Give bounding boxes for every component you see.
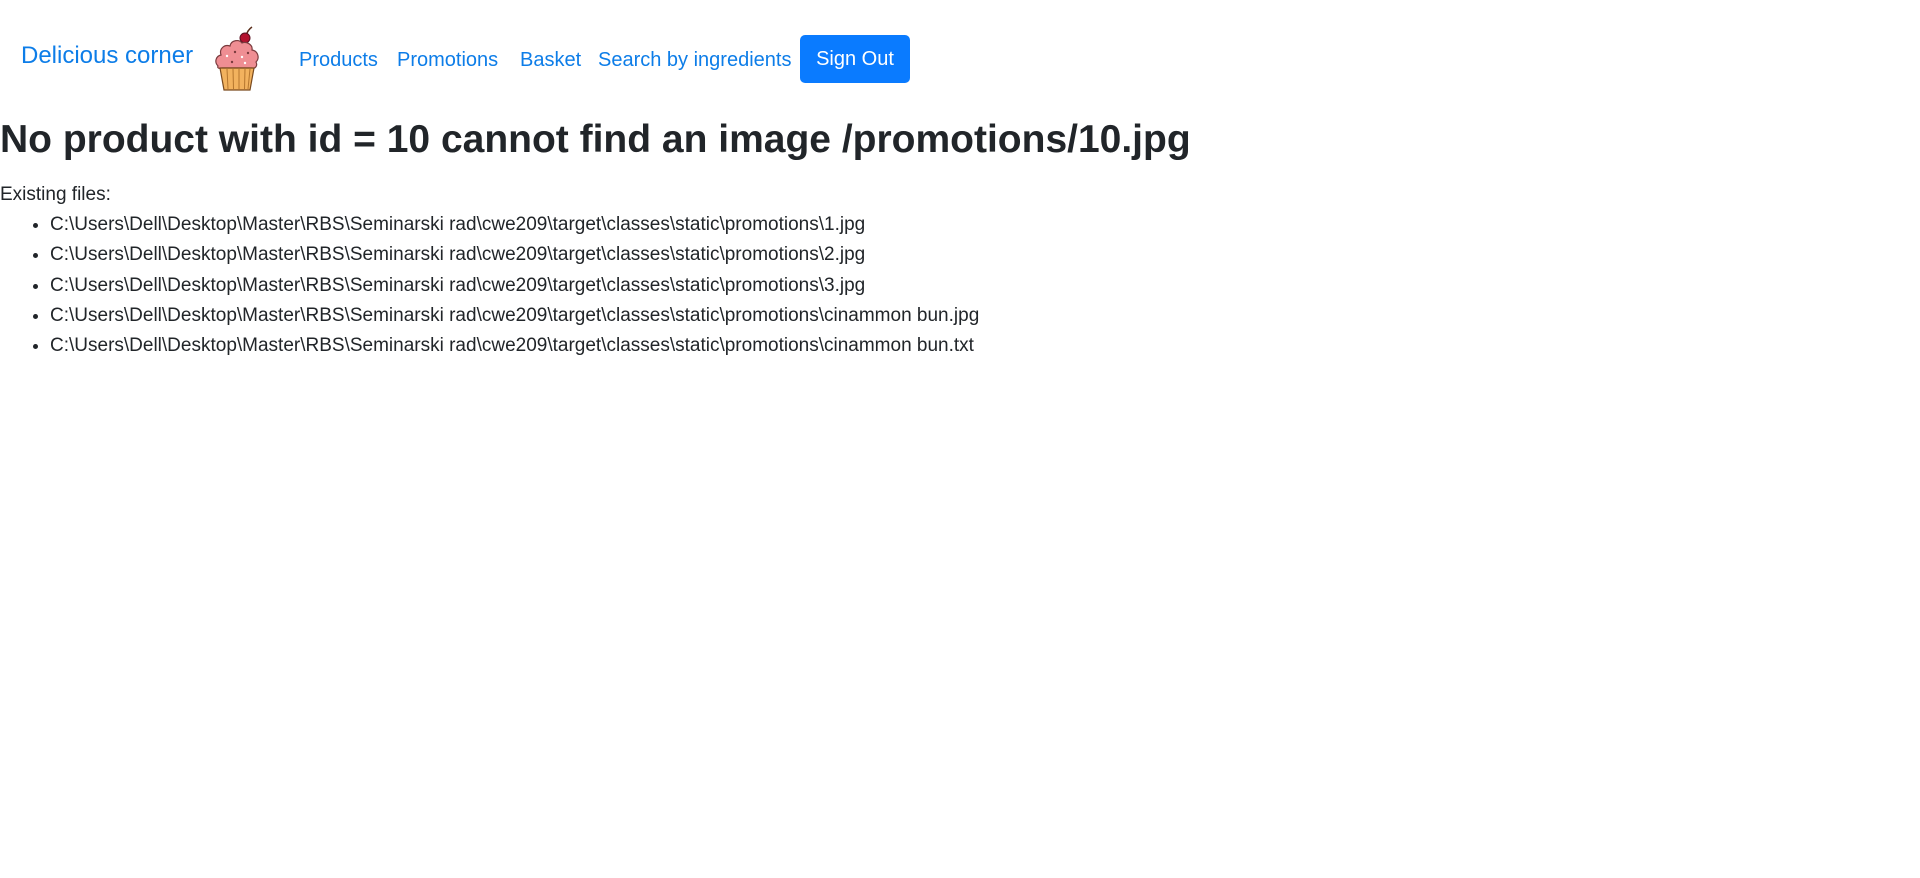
file-list: C:\Users\Dell\Desktop\Master\RBS\Seminar…	[0, 210, 979, 361]
list-item: C:\Users\Dell\Desktop\Master\RBS\Seminar…	[50, 271, 979, 301]
list-item: C:\Users\Dell\Desktop\Master\RBS\Seminar…	[50, 331, 979, 361]
nav-basket[interactable]: Basket	[520, 49, 581, 72]
brand-link[interactable]: Delicious corner	[21, 42, 193, 70]
sign-out-button[interactable]: Sign Out	[800, 35, 910, 83]
error-title: No product with id = 10 cannot find an i…	[0, 118, 1191, 161]
navbar: Delicious corner Products Promotions Bas…	[0, 0, 1920, 118]
cupcake-icon[interactable]	[212, 26, 262, 92]
list-item: C:\Users\Dell\Desktop\Master\RBS\Seminar…	[50, 240, 979, 270]
nav-products[interactable]: Products	[299, 49, 378, 72]
nav-search-by-ingredients[interactable]: Search by ingredients	[598, 49, 791, 72]
nav-promotions[interactable]: Promotions	[397, 49, 498, 72]
list-item: C:\Users\Dell\Desktop\Master\RBS\Seminar…	[50, 210, 979, 240]
existing-files-label: Existing files:	[0, 184, 111, 205]
list-item: C:\Users\Dell\Desktop\Master\RBS\Seminar…	[50, 301, 979, 331]
